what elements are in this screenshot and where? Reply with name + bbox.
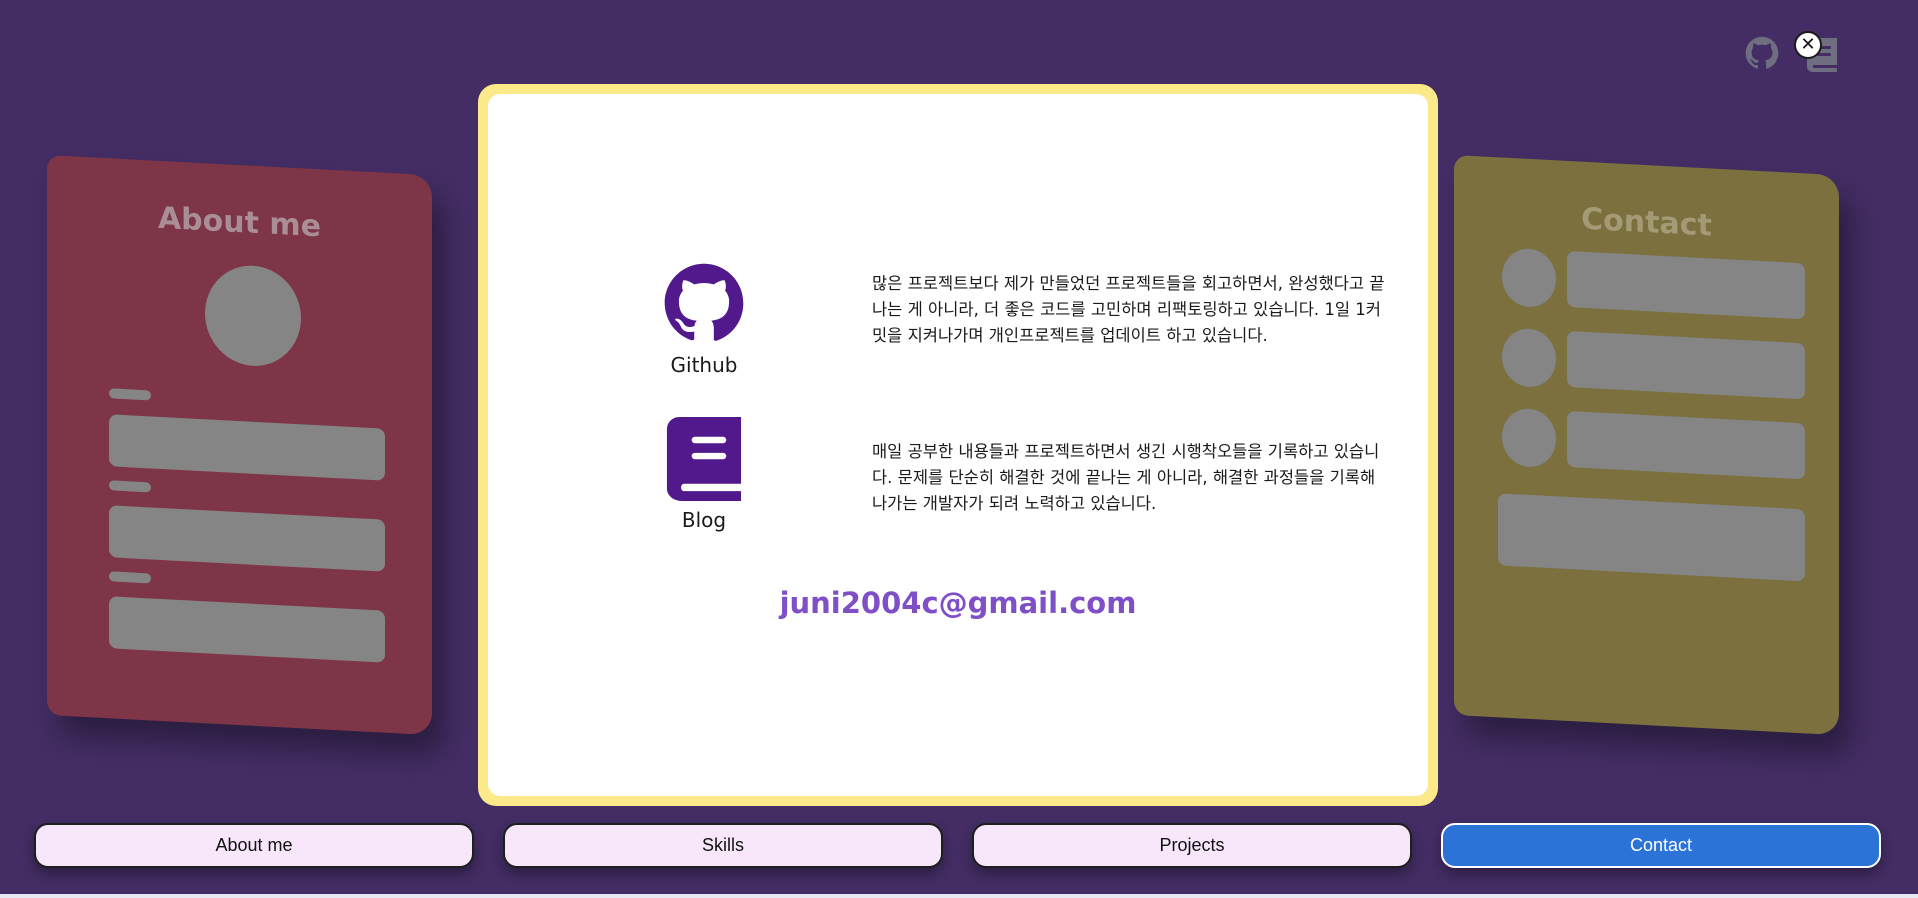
icon-placeholder (1502, 327, 1556, 389)
nav-contact-button[interactable]: Contact (1441, 823, 1881, 868)
field-placeholder (109, 505, 385, 572)
github-label[interactable]: Github (634, 353, 774, 377)
top-icon-group: ✕ (1745, 31, 1845, 74)
github-description: 많은 프로젝트보다 제가 만들었던 프로젝트들을 회고하면서, 완성했다고 끝나… (872, 274, 1385, 345)
contact-modal: Github 많은 프로젝트보다 제가 만들었던 프로젝트들을 회고하면서, 완… (478, 84, 1438, 806)
portfolio-page: About me Contact ✕ Github 많은 프로젝트보다 제가 만… (0, 0, 1918, 898)
contact-card-title: Contact (1581, 201, 1712, 244)
label-placeholder (109, 571, 151, 584)
field-placeholder (1567, 330, 1805, 400)
blog-description: 매일 공부한 내용들과 프로젝트하면서 생긴 시행착오들을 기록하고 있습니다.… (872, 442, 1380, 513)
github-icon[interactable] (663, 262, 745, 349)
message-placeholder (1498, 493, 1805, 582)
about-me-card[interactable]: About me (47, 155, 432, 736)
label-placeholder (109, 480, 151, 493)
page-bottom-edge (0, 894, 1918, 898)
nav-skills-button[interactable]: Skills (503, 823, 943, 868)
field-placeholder (1567, 410, 1805, 480)
icon-placeholder (1502, 407, 1556, 469)
email-link[interactable]: juni2004c@gmail.com (488, 586, 1428, 620)
github-icon[interactable] (1745, 36, 1779, 70)
field-placeholder (1567, 250, 1805, 320)
contact-card[interactable]: Contact (1454, 155, 1839, 736)
icon-placeholder (1502, 247, 1556, 309)
field-placeholder (109, 596, 385, 663)
avatar-placeholder (205, 263, 301, 369)
close-icon[interactable]: ✕ (1794, 31, 1822, 59)
modal-content: Github 많은 프로젝트보다 제가 만들었던 프로젝트들을 회고하면서, 완… (488, 94, 1428, 796)
about-me-card-title: About me (157, 200, 322, 245)
nav-projects-button[interactable]: Projects (972, 823, 1412, 868)
book-icon[interactable] (666, 417, 742, 506)
blog-label[interactable]: Blog (634, 508, 774, 532)
label-placeholder (109, 388, 151, 401)
field-placeholder (109, 414, 385, 481)
nav-about-me-button[interactable]: About me (34, 823, 474, 868)
